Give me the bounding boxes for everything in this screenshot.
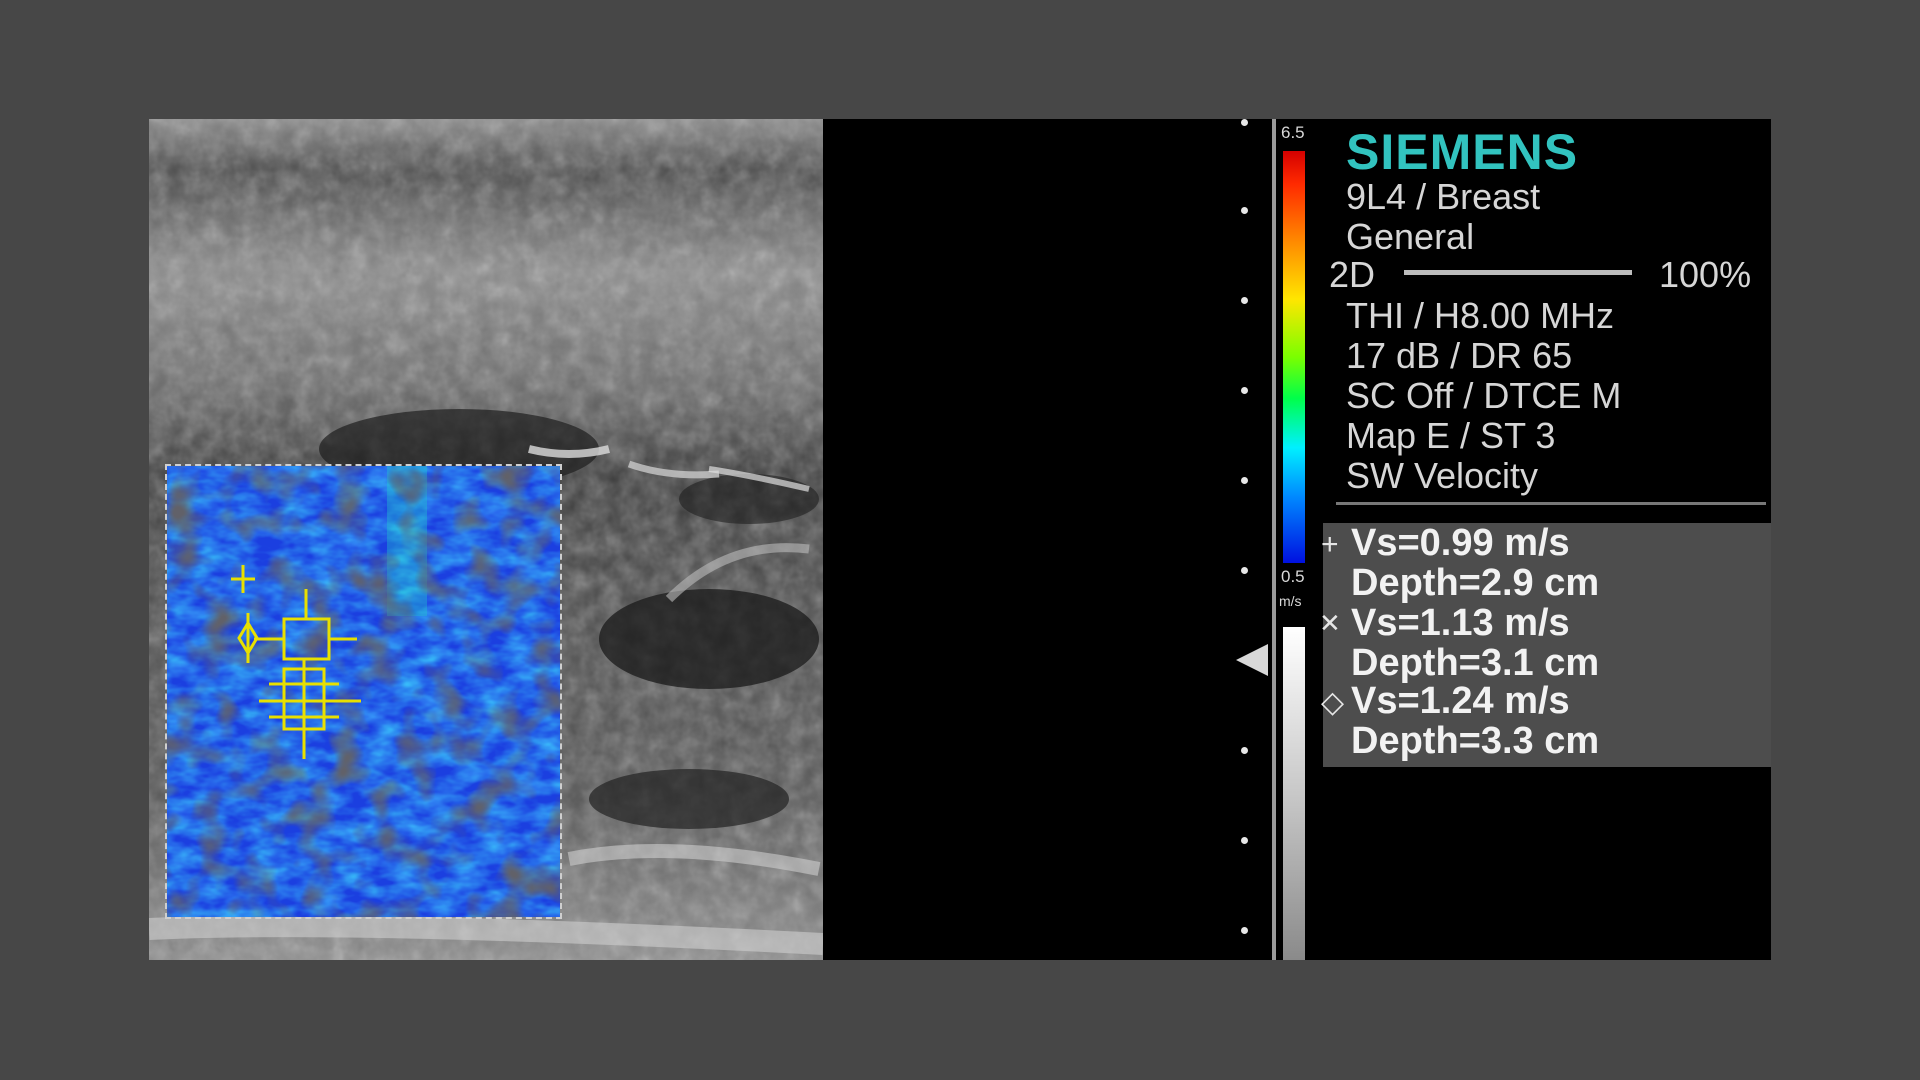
- diamond-icon: ◇: [1321, 686, 1345, 719]
- panel-divider: [1336, 502, 1766, 505]
- depth-tick: [1241, 837, 1248, 844]
- mode-percent: 100%: [1659, 254, 1752, 295]
- measurement-depth: Depth=2.9 cm: [1351, 562, 1600, 604]
- frequency-label: THI / H8.00 MHz: [1346, 295, 1615, 336]
- ultrasound-display: 6.5 0.5 m/s SIEMENS 9L4 / Breast General…: [149, 119, 1771, 960]
- color-scale-min: 0.5: [1281, 567, 1305, 586]
- sample-box-upper: [254, 589, 357, 661]
- brand-logo: SIEMENS: [1346, 124, 1579, 180]
- measurement-velocity: Vs=1.13 m/s: [1351, 602, 1570, 644]
- compounding-label: SC Off / DTCE M: [1346, 375, 1622, 416]
- measurement-depth: Depth=3.1 cm: [1351, 642, 1600, 684]
- scale-unit: m/s: [1279, 593, 1302, 609]
- depth-tick: [1241, 297, 1248, 304]
- focus-marker[interactable]: [1236, 644, 1268, 676]
- depth-tick: [1241, 477, 1248, 484]
- preset-label: General: [1346, 216, 1475, 257]
- x-cross-icon: ✕: [1319, 608, 1341, 638]
- depth-tick: [1241, 927, 1248, 934]
- display-mode-label: SW Velocity: [1346, 455, 1539, 496]
- transducer-label: 9L4 / Breast: [1346, 176, 1541, 217]
- sample-box-lower: [259, 659, 361, 759]
- gain-dr-label: 17 dB / DR 65: [1346, 335, 1573, 376]
- measurement-depth: Depth=3.3 cm: [1351, 720, 1600, 762]
- depth-tick: [1241, 207, 1248, 214]
- scale-axis-line: [1272, 119, 1276, 960]
- mode-power-bar: [1404, 270, 1632, 275]
- measurement-markers: [231, 565, 361, 759]
- velocity-color-scale: [1283, 151, 1305, 563]
- measurement-velocity: Vs=0.99 m/s: [1351, 522, 1570, 564]
- crosshair-marker: [231, 565, 255, 593]
- depth-tick: [1241, 387, 1248, 394]
- measurement-velocity: Vs=1.24 m/s: [1351, 680, 1570, 722]
- mode-label: 2D: [1329, 254, 1376, 295]
- depth-tick: [1241, 567, 1248, 574]
- grayscale-bar: [1283, 627, 1305, 960]
- crosshair-icon: +: [1321, 528, 1339, 561]
- color-scale-max: 6.5: [1281, 123, 1305, 142]
- depth-tick: [1241, 119, 1248, 126]
- bmode-image: [149, 119, 823, 960]
- map-label: Map E / ST 3: [1346, 415, 1556, 456]
- depth-tick: [1241, 747, 1248, 754]
